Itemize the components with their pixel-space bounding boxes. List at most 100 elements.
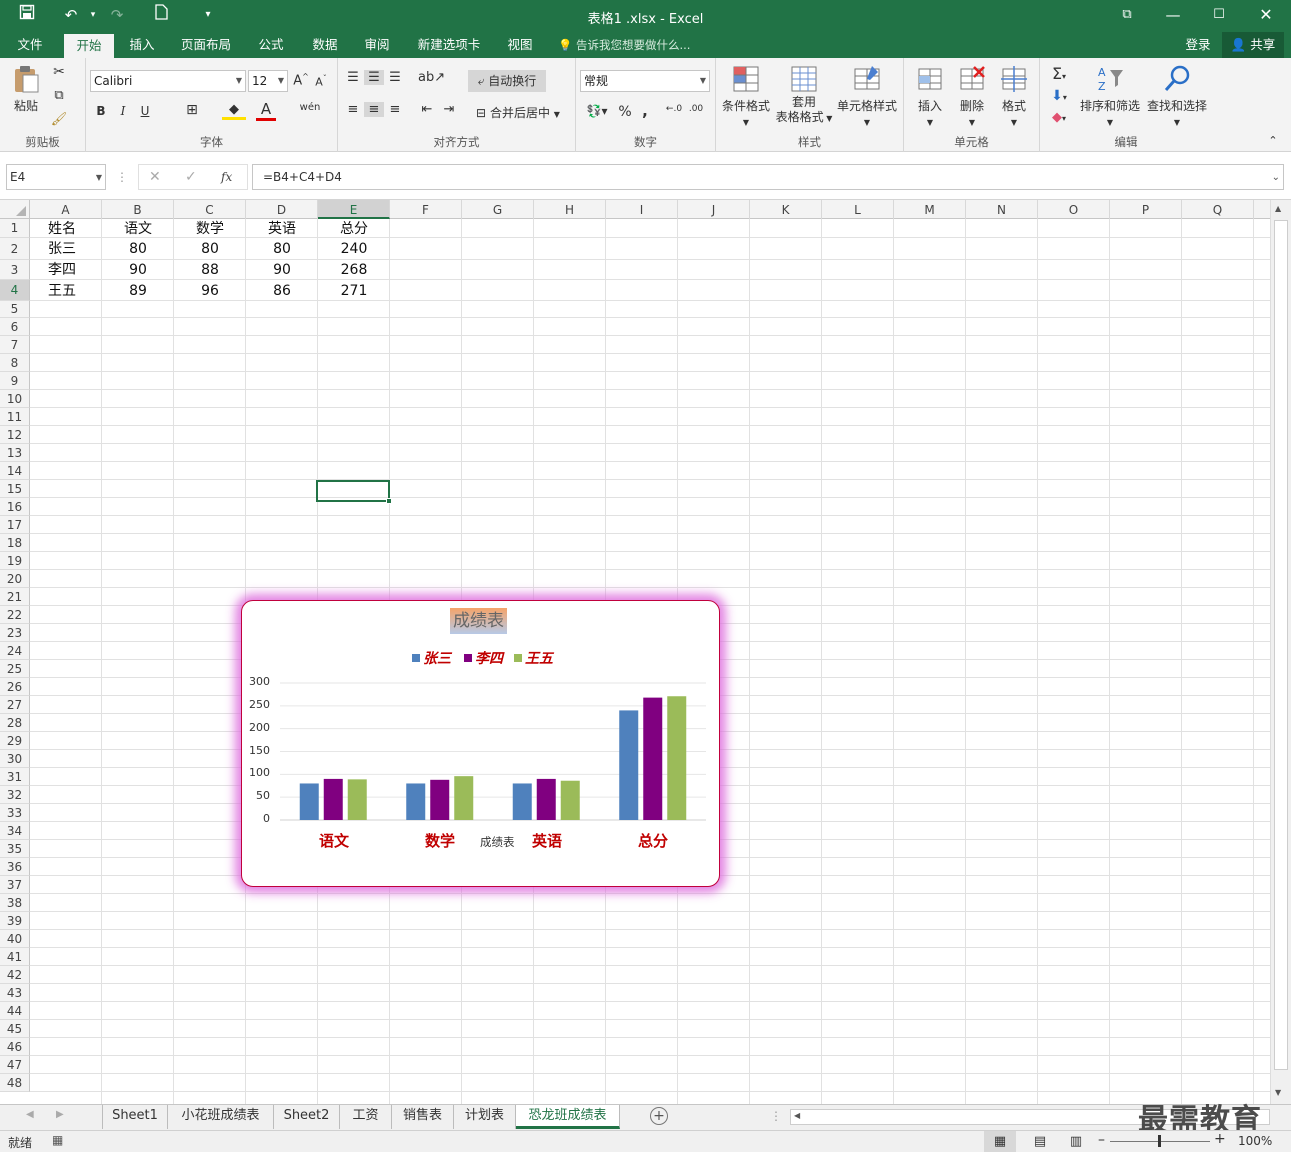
format-cells-button[interactable]: 格式 ▼: [994, 64, 1034, 128]
row-header-28[interactable]: 28: [0, 714, 30, 732]
zoom-out-icon[interactable]: –: [1098, 1132, 1105, 1148]
sheet-tab-konglong[interactable]: 恐龙班成绩表: [516, 1105, 620, 1129]
row-header-42[interactable]: 42: [0, 966, 30, 984]
italic-button[interactable]: I: [114, 104, 132, 118]
fill-icon[interactable]: ⬇▾: [1044, 88, 1074, 104]
copy-icon[interactable]: ⧉: [50, 88, 68, 103]
row-header-17[interactable]: 17: [0, 516, 30, 534]
row-header-12[interactable]: 12: [0, 426, 30, 444]
row-header-47[interactable]: 47: [0, 1056, 30, 1074]
bar-2-2[interactable]: [560, 780, 580, 820]
close-icon[interactable]: ✕: [1253, 4, 1279, 26]
wrap-text-button[interactable]: ⤶ 自动换行: [468, 70, 546, 92]
vertical-scrollbar[interactable]: ▲ ▼: [1270, 200, 1291, 1104]
bar-0-2[interactable]: [512, 783, 532, 820]
row-header-32[interactable]: 32: [0, 786, 30, 804]
column-header-c[interactable]: C: [174, 200, 246, 219]
row-header-24[interactable]: 24: [0, 642, 30, 660]
row-header-30[interactable]: 30: [0, 750, 30, 768]
normal-view-icon[interactable]: ▦: [984, 1131, 1016, 1152]
cell-a2[interactable]: 张三: [30, 238, 102, 260]
column-header-o[interactable]: O: [1038, 200, 1110, 219]
comma-button[interactable]: ,: [638, 102, 652, 120]
row-header-33[interactable]: 33: [0, 804, 30, 822]
increase-indent-icon[interactable]: ⇥: [440, 102, 458, 117]
cell-a4[interactable]: 王五: [30, 280, 102, 301]
column-header-q[interactable]: Q: [1182, 200, 1254, 219]
autosum-icon[interactable]: Σ▾: [1044, 64, 1074, 83]
row-header-43[interactable]: 43: [0, 984, 30, 1002]
bold-button[interactable]: B: [92, 104, 110, 118]
fill-color-icon[interactable]: ◆: [222, 102, 246, 120]
delete-cells-button[interactable]: 删除 ▼: [952, 64, 992, 128]
sheet-tab-sheet1[interactable]: Sheet1: [102, 1105, 168, 1129]
shrink-font-icon[interactable]: Aˇ: [312, 74, 330, 89]
row-header-13[interactable]: 13: [0, 444, 30, 462]
cell-e4[interactable]: 271: [318, 280, 390, 301]
column-header-a[interactable]: A: [30, 200, 102, 219]
row-header-46[interactable]: 46: [0, 1038, 30, 1056]
formula-input[interactable]: =B4+C4+D4 ⌄: [252, 164, 1284, 190]
merge-center-button[interactable]: ⊟ 合并后居中 ▼: [470, 104, 566, 121]
column-header-k[interactable]: K: [750, 200, 822, 219]
cell-d3[interactable]: 90: [246, 260, 318, 280]
row-header-2[interactable]: 2: [0, 238, 30, 260]
row-header-38[interactable]: 38: [0, 894, 30, 912]
row-header-31[interactable]: 31: [0, 768, 30, 786]
cell-b2[interactable]: 80: [102, 238, 174, 260]
tab-file[interactable]: 文件: [8, 32, 52, 58]
font-size-select[interactable]: 12 ▼: [248, 70, 288, 92]
collapse-ribbon-icon[interactable]: ⌃: [1266, 134, 1280, 147]
scroll-left-icon[interactable]: ◀: [794, 1111, 800, 1120]
share-button[interactable]: 👤 共享: [1222, 32, 1284, 58]
row-header-4[interactable]: 4: [0, 280, 30, 301]
row-header-44[interactable]: 44: [0, 1002, 30, 1020]
bar-1-0[interactable]: [323, 778, 343, 820]
column-header-j[interactable]: J: [678, 200, 750, 219]
cell-a1[interactable]: 姓名: [30, 219, 102, 238]
row-header-26[interactable]: 26: [0, 678, 30, 696]
cell-b1[interactable]: 语文: [102, 219, 174, 238]
sheet-tab-sales[interactable]: 销售表: [392, 1105, 454, 1129]
row-header-15[interactable]: 15: [0, 480, 30, 498]
column-header-e[interactable]: E: [318, 200, 390, 219]
row-header-18[interactable]: 18: [0, 534, 30, 552]
cell-e2[interactable]: 240: [318, 238, 390, 260]
scroll-down-icon[interactable]: ▼: [1275, 1088, 1281, 1097]
cell-d1[interactable]: 英语: [246, 219, 318, 238]
row-header-6[interactable]: 6: [0, 318, 30, 336]
format-painter-icon[interactable]: 🖌: [50, 112, 68, 127]
cell-b3[interactable]: 90: [102, 260, 174, 280]
row-header-39[interactable]: 39: [0, 912, 30, 930]
minimize-icon[interactable]: —: [1160, 4, 1186, 26]
column-header-n[interactable]: N: [966, 200, 1038, 219]
macro-record-icon[interactable]: ▦: [52, 1133, 63, 1147]
percent-button[interactable]: %: [618, 104, 632, 120]
align-right-icon[interactable]: ≡: [386, 102, 404, 117]
tab-new[interactable]: 新建选项卡: [408, 32, 490, 58]
bar-1-2[interactable]: [536, 778, 556, 820]
legend-item-0[interactable]: 张三: [412, 648, 451, 668]
maximize-icon[interactable]: ☐: [1206, 4, 1232, 26]
conditional-format-button[interactable]: 条件格式 ▼: [718, 64, 774, 128]
row-header-3[interactable]: 3: [0, 260, 30, 280]
grow-font-icon[interactable]: A^: [292, 72, 310, 88]
number-format-select[interactable]: 常规 ▼: [580, 70, 710, 92]
legend-item-1[interactable]: 李四: [464, 648, 503, 668]
find-select-button[interactable]: 查找和选择 ▼: [1144, 64, 1210, 128]
decrease-decimal-icon[interactable]: .00: [686, 104, 706, 114]
row-header-40[interactable]: 40: [0, 930, 30, 948]
bar-0-1[interactable]: [406, 783, 426, 820]
bar-0-3[interactable]: [619, 710, 639, 820]
cell-b4[interactable]: 89: [102, 280, 174, 301]
row-header-21[interactable]: 21: [0, 588, 30, 606]
format-as-table-button[interactable]: 套用 表格格式 ▼: [774, 64, 834, 126]
zoom-slider-thumb[interactable]: [1158, 1135, 1161, 1147]
enter-icon[interactable]: ✓: [185, 167, 197, 187]
row-header-20[interactable]: 20: [0, 570, 30, 588]
sort-filter-button[interactable]: AZ 排序和筛选 ▼: [1078, 64, 1142, 128]
cell-c4[interactable]: 96: [174, 280, 246, 301]
row-header-9[interactable]: 9: [0, 372, 30, 390]
decrease-indent-icon[interactable]: ⇤: [418, 102, 436, 117]
font-name-select[interactable]: Calibri ▼: [90, 70, 246, 92]
